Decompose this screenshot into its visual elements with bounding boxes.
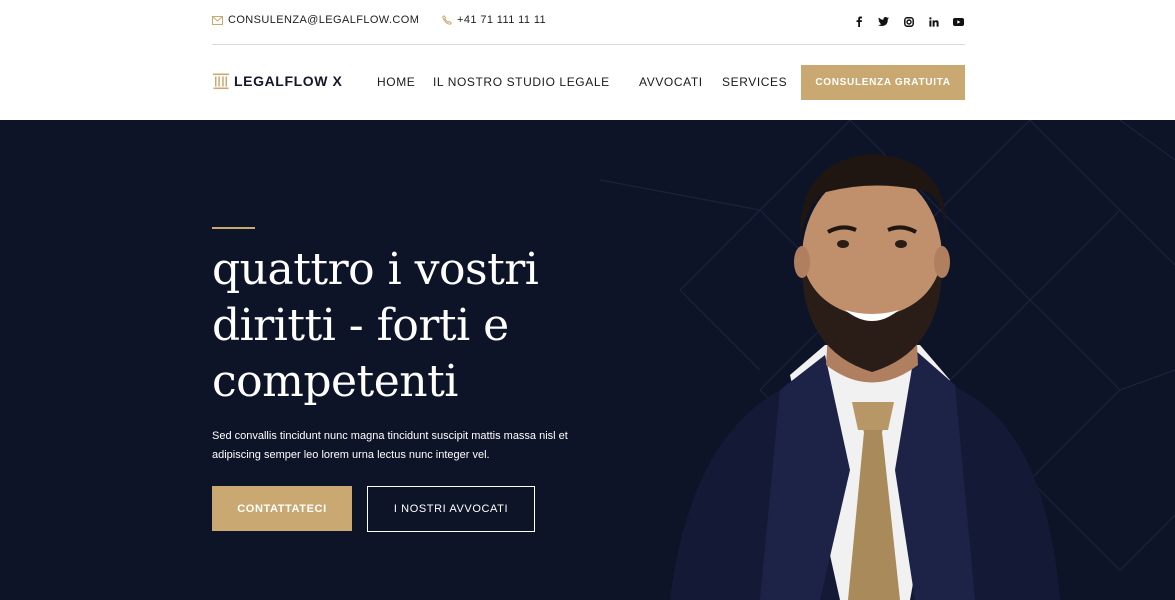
- free-consultation-button[interactable]: CONSULENZA GRATUITA: [801, 65, 965, 100]
- phone-link[interactable]: +41 71 111 11 11: [442, 14, 546, 26]
- contact-button[interactable]: CONTATTATECI: [212, 486, 352, 531]
- email-text: CONSULENZA@LEGALFLOW.COM: [228, 14, 420, 26]
- twitter-icon[interactable]: [877, 15, 890, 28]
- social-links: [852, 15, 965, 28]
- phone-text: +41 71 111 11 11: [457, 14, 547, 26]
- our-lawyers-button[interactable]: I NOSTRI AVVOCATI: [367, 486, 535, 532]
- top-bar: CONSULENZA@LEGALFLOW.COM +41 71 111 11 1…: [212, 0, 965, 45]
- facebook-icon[interactable]: [852, 15, 865, 28]
- hero-headline: quattro i vostri diritti - forti e compe…: [212, 244, 539, 407]
- lawyer-portrait: [670, 154, 1060, 600]
- accent-line: [212, 227, 255, 229]
- nav-item-avvocati[interactable]: AVVOCATI: [639, 75, 703, 89]
- instagram-icon[interactable]: [902, 15, 915, 28]
- nav-item-services[interactable]: SERVICES: [722, 75, 787, 89]
- hero-subtext: Sed convallis tincidunt nunc magna tinci…: [212, 430, 568, 461]
- hero-section: quattro i vostri diritti - forti e compe…: [0, 120, 1175, 600]
- pillar-icon: [213, 73, 229, 90]
- nav-item-home[interactable]: HOME: [377, 75, 415, 89]
- email-link[interactable]: CONSULENZA@LEGALFLOW.COM: [212, 14, 419, 26]
- logo-text: LEGALFLOW X: [234, 73, 343, 89]
- linkedin-icon[interactable]: [927, 15, 940, 28]
- phone-icon: [442, 15, 452, 25]
- main-nav: LEGALFLOW X HOME IL NOSTRO STUDIO LEGALE…: [212, 45, 965, 120]
- logo[interactable]: LEGALFLOW X: [212, 72, 342, 90]
- nav-item-studio[interactable]: IL NOSTRO STUDIO LEGALE: [433, 75, 610, 89]
- youtube-icon[interactable]: [952, 15, 965, 28]
- mail-icon: [212, 15, 223, 25]
